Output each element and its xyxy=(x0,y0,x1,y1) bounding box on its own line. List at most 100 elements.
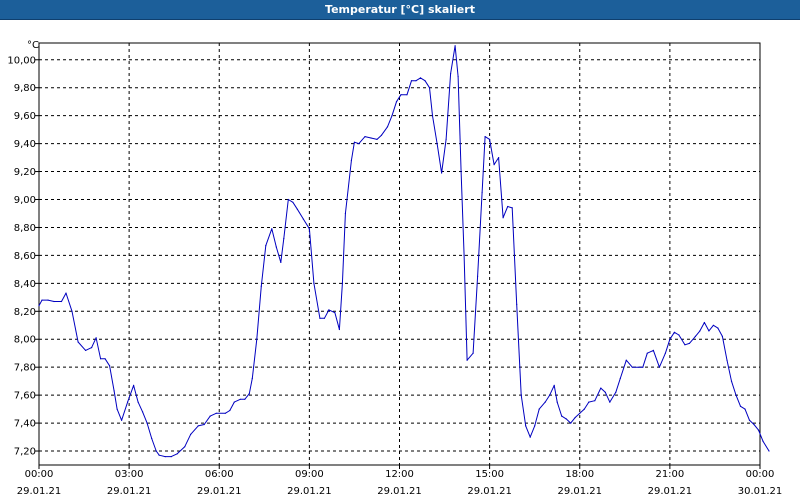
x-tick-date-label: 30.01.21 xyxy=(738,486,783,497)
data-point xyxy=(287,198,289,201)
data-point xyxy=(619,377,621,379)
data-point xyxy=(431,115,434,117)
data-point xyxy=(516,303,518,305)
data-point xyxy=(146,422,148,424)
data-point xyxy=(538,408,540,410)
data-point xyxy=(604,391,606,393)
x-tick-date-label: 29.01.21 xyxy=(467,486,512,497)
data-point xyxy=(95,337,97,339)
x-tick-date-label: 29.01.21 xyxy=(17,486,62,497)
data-point xyxy=(511,207,513,209)
x-tick-date-label: 29.01.21 xyxy=(557,486,602,497)
data-point xyxy=(133,384,135,386)
data-point xyxy=(534,425,536,427)
data-point xyxy=(460,171,462,173)
data-point xyxy=(457,75,459,78)
data-point xyxy=(109,365,111,367)
y-unit-label: °C xyxy=(27,40,39,51)
data-point xyxy=(251,377,253,379)
data-point xyxy=(41,299,43,301)
data-point xyxy=(454,45,456,47)
data-point xyxy=(190,433,192,435)
data-point xyxy=(244,398,246,400)
x-axis: 00:00 29.01.21 03:00 29.01.21 06:00 29.01.21 0… xyxy=(17,465,783,497)
data-point xyxy=(570,422,572,424)
temperature-chart: 10,00 9,80 9,60 9,40 9,20 9,00 8,80 8,60 8,40 8,2… xyxy=(7,40,783,497)
data-point xyxy=(415,80,417,82)
data-point xyxy=(233,401,235,403)
data-point xyxy=(170,456,172,458)
data-point xyxy=(338,328,340,331)
data-point xyxy=(424,80,426,82)
data-point xyxy=(631,366,633,368)
data-point xyxy=(395,101,398,103)
data-point xyxy=(410,80,413,82)
x-tick-date-label: 29.01.21 xyxy=(377,486,422,497)
data-point xyxy=(85,349,87,351)
data-point xyxy=(386,126,389,128)
data-point xyxy=(664,352,667,354)
y-tick-label: 9,00 xyxy=(14,195,36,206)
data-point xyxy=(319,317,321,319)
data-point xyxy=(353,141,355,143)
y-tick-label: 8,60 xyxy=(14,251,36,262)
data-point xyxy=(260,285,262,287)
data-point xyxy=(579,412,581,414)
data-point xyxy=(158,454,160,456)
data-point xyxy=(224,412,226,414)
data-point xyxy=(91,347,93,349)
y-tick-label: 9,20 xyxy=(14,167,36,178)
x-tick-date-label: 29.01.21 xyxy=(648,486,693,497)
data-point xyxy=(265,245,267,247)
data-point xyxy=(625,359,627,361)
data-point xyxy=(364,136,366,138)
data-point xyxy=(77,341,79,343)
x-tick-time-label: 06:00 xyxy=(205,469,234,480)
y-tick-label: 10,00 xyxy=(7,55,36,66)
data-point xyxy=(646,352,648,354)
data-point xyxy=(406,94,408,96)
data-point xyxy=(561,415,563,417)
data-point xyxy=(197,425,199,427)
data-point xyxy=(445,138,447,140)
data-point xyxy=(142,411,144,413)
data-point xyxy=(100,358,102,360)
data-point xyxy=(155,450,157,452)
data-point xyxy=(507,205,509,208)
y-tick-label: 7,60 xyxy=(14,391,36,402)
data-point xyxy=(358,143,360,145)
data-point xyxy=(472,352,474,354)
data-point xyxy=(176,453,178,455)
data-point xyxy=(753,423,755,426)
data-point xyxy=(748,419,751,421)
y-tick-label: 7,80 xyxy=(14,363,36,374)
data-point xyxy=(296,208,298,210)
x-tick-time-label: 12:00 xyxy=(385,469,414,480)
data-point xyxy=(344,212,346,215)
data-point xyxy=(376,138,378,140)
data-point xyxy=(703,321,706,324)
data-point xyxy=(428,87,431,89)
data-point xyxy=(436,143,438,145)
data-point xyxy=(678,334,680,336)
x-tick-time-label: 18:00 xyxy=(565,469,594,480)
data-point xyxy=(684,344,686,346)
data-point xyxy=(594,400,596,402)
data-point xyxy=(609,401,611,403)
data-point xyxy=(229,409,231,412)
data-point xyxy=(47,299,49,301)
data-point xyxy=(762,440,764,442)
data-point xyxy=(121,419,123,421)
x-tick-date-label: 29.01.21 xyxy=(287,486,332,497)
data-point xyxy=(113,390,115,392)
data-point xyxy=(694,335,697,337)
data-point xyxy=(525,425,527,427)
y-tick-label: 8,80 xyxy=(14,223,36,234)
data-point xyxy=(313,282,315,284)
data-point xyxy=(271,228,273,230)
data-point xyxy=(481,191,483,194)
data-point xyxy=(721,335,724,337)
y-tick-label: 9,60 xyxy=(14,111,36,122)
data-point xyxy=(370,137,372,139)
data-point xyxy=(308,228,310,230)
